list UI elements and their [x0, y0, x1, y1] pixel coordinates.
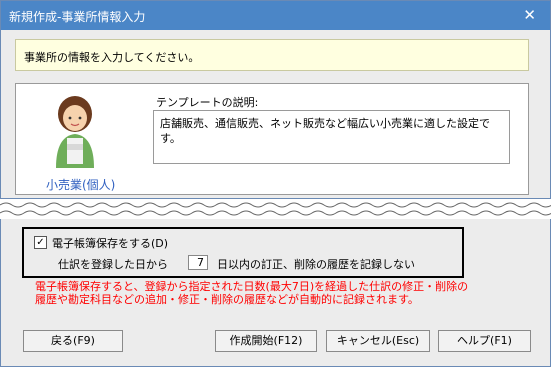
avatar-label: 小売業(個人) — [46, 178, 116, 192]
back-button[interactable]: 戻る(F9) — [23, 330, 123, 352]
days-suffix-label: 日以内の訂正、削除の履歴を記録しない — [217, 258, 415, 271]
window-title: 新規作成-事業所情報入力 — [9, 10, 146, 24]
cancel-button[interactable]: キャンセル(Esc) — [326, 330, 430, 352]
instruction-banner: 事業所の情報を入力してください。 — [15, 39, 529, 71]
ledger-highlight-box: ✓ 電子帳簿保存をする(D) 仕訳を登録した日から 7 日以内の訂正、削除の履歴… — [22, 227, 464, 278]
template-description-line: 店舗販売、通信販売、ネット販売など幅広い小売業に適した設定で — [160, 117, 490, 130]
ledger-note-line: 履歴や勘定科目などの追加・修正・削除の履歴などが自動的に記録されます。 — [35, 293, 419, 306]
title-bar: 新規作成-事業所情報入力 ✕ — [1, 1, 550, 30]
shopkeeper-avatar-icon — [56, 96, 94, 168]
dialog-window: 新規作成-事業所情報入力 ✕ 事業所の情報を入力してください。 小売業(個人) … — [0, 0, 551, 199]
close-icon[interactable]: ✕ — [523, 6, 536, 24]
ledger-note-line: 電子帳簿保存すると、登録から指定された日数(最大7日)を経過した仕訳の修正・削除… — [35, 280, 469, 293]
start-button[interactable]: 作成開始(F12) — [215, 330, 317, 352]
torn-edge — [0, 202, 551, 216]
ledger-note: 電子帳簿保存すると、登録から指定された日数(最大7日)を経過した仕訳の修正・削除… — [35, 280, 468, 306]
days-prefix-label: 仕訳を登録した日から — [58, 258, 168, 271]
ledger-checkbox[interactable]: ✓ — [34, 236, 47, 249]
template-description: 店舗販売、通信販売、ネット販売など幅広い小売業に適した設定で す。 — [153, 110, 510, 164]
template-heading: テンプレートの説明: — [156, 96, 259, 109]
ledger-checkbox-label: 電子帳簿保存をする(D) — [52, 237, 169, 250]
dialog-window-lower: ✓ 電子帳簿保存をする(D) 仕訳を登録した日から 7 日以内の訂正、削除の履歴… — [0, 219, 551, 367]
instruction-text: 事業所の情報を入力してください。 — [24, 51, 200, 64]
days-input[interactable]: 7 — [188, 255, 208, 270]
template-description-line: す。 — [160, 132, 181, 145]
template-panel: 小売業(個人) テンプレートの説明: 店舗販売、通信販売、ネット販売など幅広い小… — [15, 83, 529, 195]
help-button[interactable]: ヘルプ(F1) — [438, 330, 531, 352]
